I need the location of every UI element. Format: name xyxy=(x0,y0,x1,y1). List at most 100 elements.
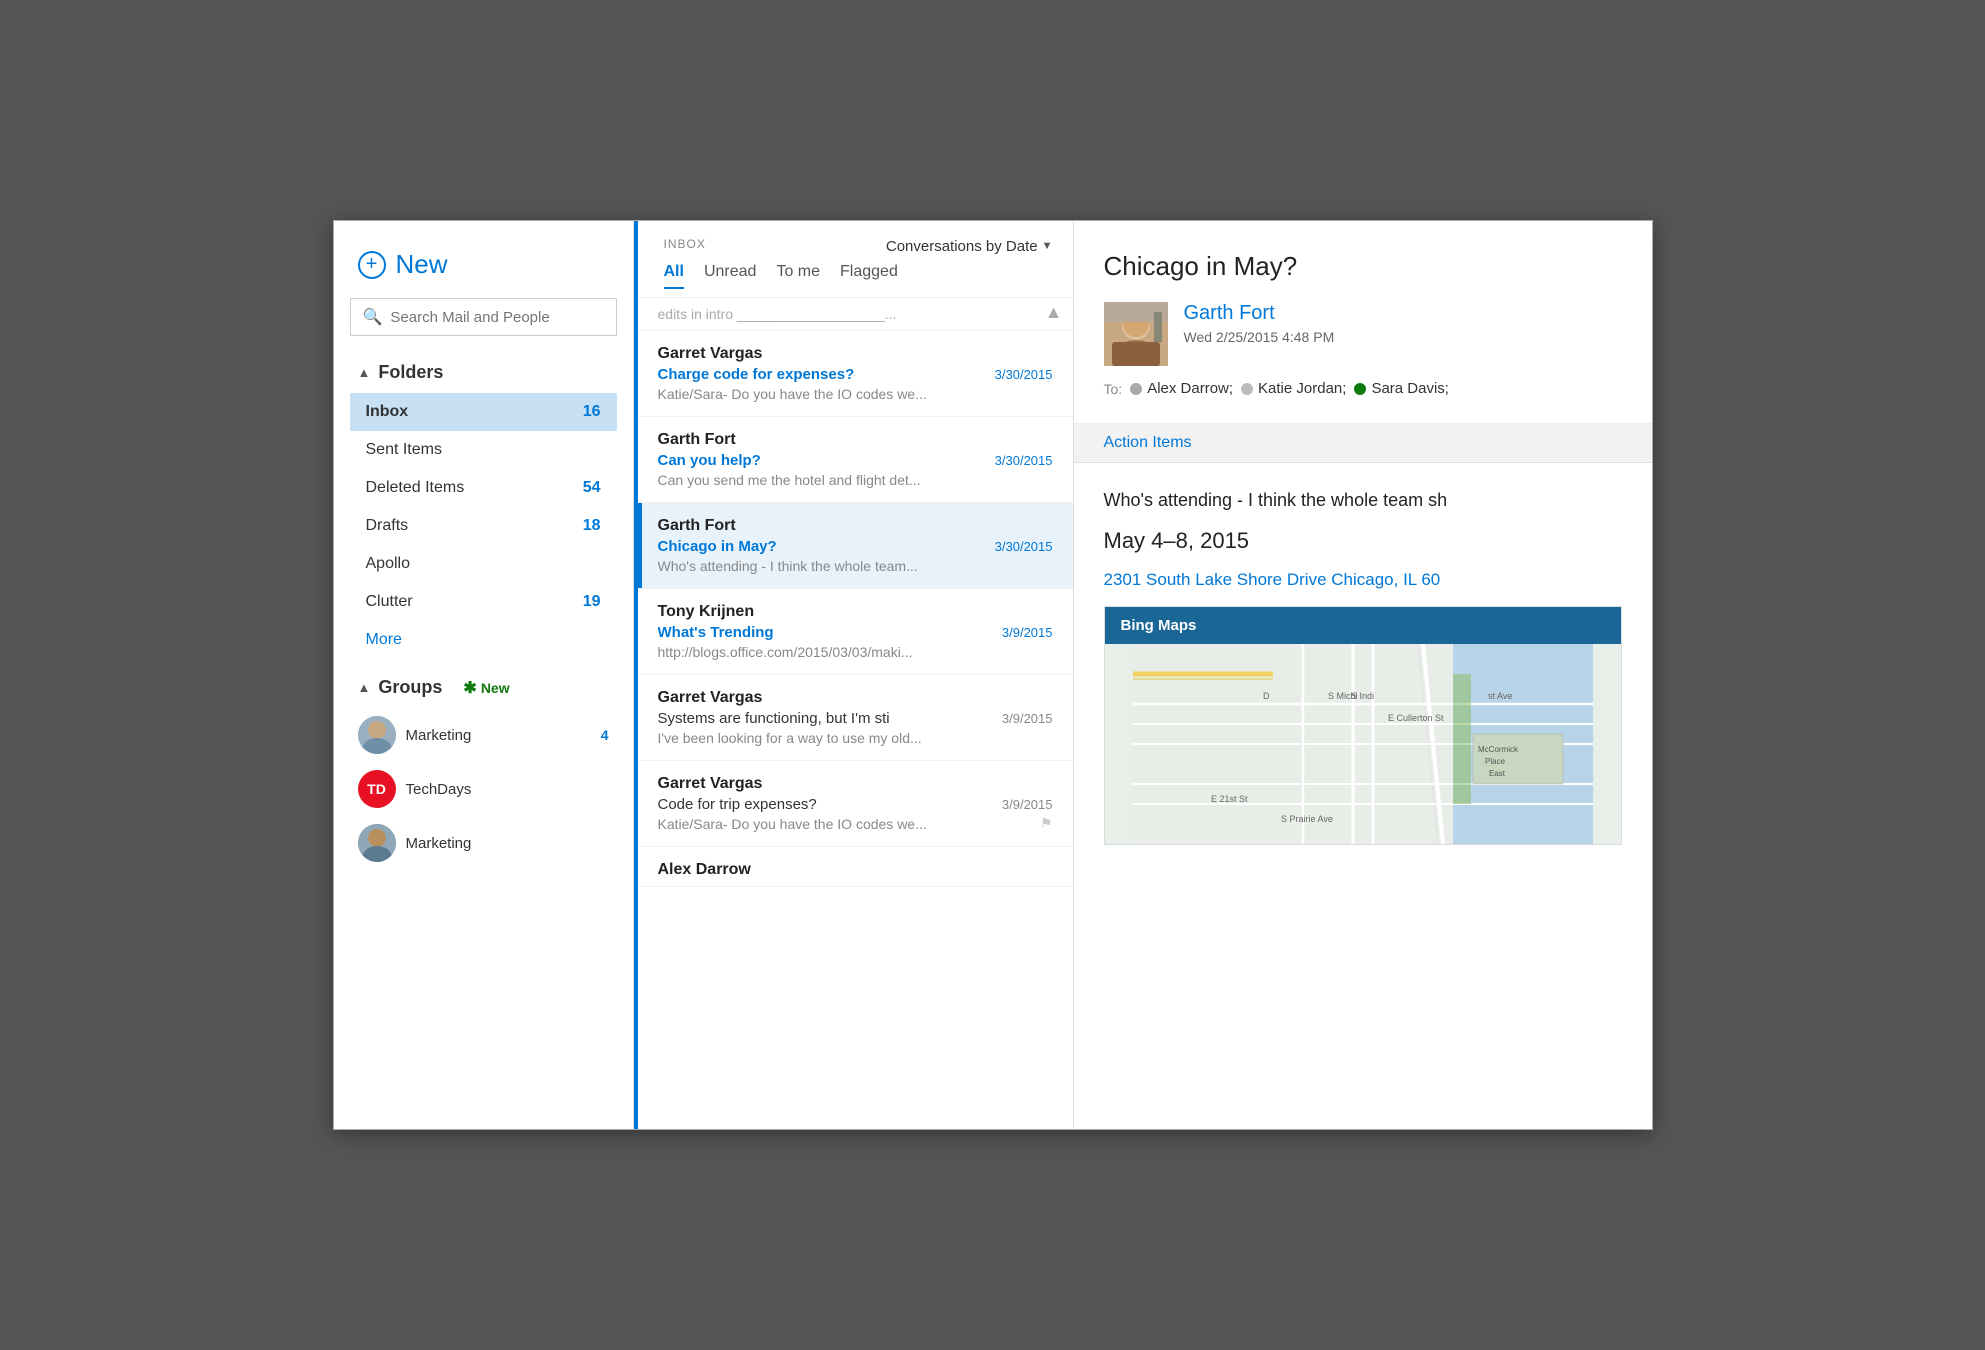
recipient-dot-alex xyxy=(1130,383,1142,395)
group-photo-1 xyxy=(358,716,396,754)
filter-all[interactable]: All xyxy=(664,263,684,289)
map-address-link[interactable]: 2301 South Lake Shore Drive Chicago, IL … xyxy=(1104,570,1622,590)
new-button[interactable]: + New xyxy=(334,221,633,298)
search-icon: 🔍 xyxy=(363,307,383,327)
folders-header[interactable]: ▲ Folders xyxy=(350,352,617,393)
mail-date-4: 3/9/2015 xyxy=(1002,625,1053,640)
recipients-row: To: Alex Darrow; Katie Jordan; Sara Davi… xyxy=(1104,380,1622,397)
action-items-btn[interactable]: Action Items xyxy=(1104,434,1192,451)
folder-deleted-name: Deleted Items xyxy=(366,479,583,497)
folder-clutter-name: Clutter xyxy=(366,593,583,611)
folder-deleted-count: 54 xyxy=(583,479,601,497)
mail-item-1[interactable]: Garret Vargas Charge code for expenses? … xyxy=(638,331,1073,417)
sender-datetime: Wed 2/25/2015 4:48 PM xyxy=(1184,329,1335,345)
svg-text:S Prairie Ave: S Prairie Ave xyxy=(1281,814,1333,824)
groups-header[interactable]: ▲ Groups ✱ New xyxy=(350,667,617,708)
sender-name[interactable]: Garth Fort xyxy=(1184,302,1335,325)
folder-sent-name: Sent Items xyxy=(366,441,601,459)
sender-avatar-img xyxy=(1104,302,1168,366)
group-avatar-marketing-2 xyxy=(358,824,396,862)
mail-item-5[interactable]: Garret Vargas Systems are functioning, b… xyxy=(638,675,1073,761)
mail-item-6[interactable]: Garret Vargas Code for trip expenses? 3/… xyxy=(638,761,1073,847)
recipient-sara-name: Sara Davis; xyxy=(1371,380,1449,397)
svg-text:McCormick: McCormick xyxy=(1478,745,1519,754)
group-marketing-2-info: Marketing xyxy=(406,835,609,852)
filter-flagged[interactable]: Flagged xyxy=(840,263,898,289)
action-items-bar: Action Items xyxy=(1074,424,1652,463)
sender-avatar xyxy=(1104,302,1168,366)
mail-date-2: 3/30/2015 xyxy=(995,453,1053,468)
folder-drafts[interactable]: Drafts 18 xyxy=(350,507,617,545)
sort-chevron-icon: ▼ xyxy=(1042,240,1053,252)
mail-date-6: 3/9/2015 xyxy=(1002,797,1053,812)
map-container: Bing Maps xyxy=(1104,606,1622,845)
group-marketing-2[interactable]: Marketing xyxy=(350,816,617,870)
sort-button[interactable]: Conversations by Date ▼ xyxy=(886,238,1053,255)
mail-subject-3: Chicago in May? xyxy=(658,538,987,555)
mail-subject-6: Code for trip expenses? xyxy=(658,796,994,813)
folder-deleted[interactable]: Deleted Items 54 xyxy=(350,469,617,507)
filter-to-me[interactable]: To me xyxy=(776,263,820,289)
search-bar[interactable]: 🔍 xyxy=(350,298,617,336)
mail-preview-4: http://blogs.office.com/2015/03/03/maki.… xyxy=(658,644,1053,660)
flag-icon: ⚑ xyxy=(1040,815,1053,832)
map-body[interactable]: S Michi S Indi st Ave D E Cullerton St E… xyxy=(1105,644,1621,844)
mail-subject-row-2: Can you help? 3/30/2015 xyxy=(658,452,1053,469)
group-avatar-techdays: TD xyxy=(358,770,396,808)
mail-sender-2: Garth Fort xyxy=(658,431,1053,449)
group-techdays[interactable]: TD TechDays xyxy=(350,762,617,816)
svg-text:Place: Place xyxy=(1485,757,1506,766)
mail-sender-1: Garret Vargas xyxy=(658,345,1053,363)
mail-sender-4: Tony Krijnen xyxy=(658,603,1053,621)
more-link[interactable]: More xyxy=(350,621,617,659)
recipient-alex-name: Alex Darrow; xyxy=(1147,380,1233,397)
recipient-sara: Sara Davis; xyxy=(1354,380,1449,397)
folder-inbox-count: 16 xyxy=(583,403,601,421)
filter-unread[interactable]: Unread xyxy=(704,263,756,289)
mail-item-3[interactable]: Garth Fort Chicago in May? 3/30/2015 Who… xyxy=(638,503,1073,589)
mail-sender-6: Garret Vargas xyxy=(658,775,1053,793)
recipient-katie-name: Katie Jordan; xyxy=(1258,380,1346,397)
folder-inbox[interactable]: Inbox 16 xyxy=(350,393,617,431)
group-avatar-marketing-1 xyxy=(358,716,396,754)
group-photo-2 xyxy=(358,824,396,862)
folders-chevron: ▲ xyxy=(358,365,371,380)
svg-text:D: D xyxy=(1263,691,1270,701)
svg-text:East: East xyxy=(1489,769,1506,778)
filter-tabs: All Unread To me Flagged xyxy=(664,263,898,289)
group-marketing-1-name: Marketing xyxy=(406,727,591,744)
email-subject: Chicago in May? xyxy=(1104,251,1622,282)
group-techdays-info: TechDays xyxy=(406,781,609,798)
folder-apollo[interactable]: Apollo xyxy=(350,545,617,583)
scroll-up-btn[interactable]: ▲ xyxy=(1045,302,1063,323)
group-marketing-1[interactable]: Marketing 4 xyxy=(350,708,617,762)
mail-sender-3: Garth Fort xyxy=(658,517,1053,535)
groups-new-badge: ✱ New xyxy=(463,678,509,698)
folder-drafts-name: Drafts xyxy=(366,517,583,535)
mail-item-2[interactable]: Garth Fort Can you help? 3/30/2015 Can y… xyxy=(638,417,1073,503)
svg-text:st Ave: st Ave xyxy=(1488,691,1512,701)
mail-preview-2: Can you send me the hotel and flight det… xyxy=(658,472,1053,488)
folder-clutter[interactable]: Clutter 19 xyxy=(350,583,617,621)
recipient-dot-sara xyxy=(1354,383,1366,395)
map-header: Bing Maps xyxy=(1105,607,1621,644)
mail-sender-7: Alex Darrow xyxy=(658,861,1053,879)
groups-chevron: ▲ xyxy=(358,680,371,695)
folders-section: ▲ Folders Inbox 16 Sent Items Deleted It… xyxy=(334,352,633,659)
mail-item-4[interactable]: Tony Krijnen What's Trending 3/9/2015 ht… xyxy=(638,589,1073,675)
mail-subject-4: What's Trending xyxy=(658,624,994,641)
mail-subject-2: Can you help? xyxy=(658,452,987,469)
groups-label: Groups xyxy=(378,677,442,698)
svg-text:E 21st St: E 21st St xyxy=(1211,794,1248,804)
folder-sent[interactable]: Sent Items xyxy=(350,431,617,469)
email-header: Chicago in May? xyxy=(1074,221,1652,424)
folder-clutter-count: 19 xyxy=(583,593,601,611)
mail-date-5: 3/9/2015 xyxy=(1002,711,1053,726)
svg-text:E Cullerton St: E Cullerton St xyxy=(1388,713,1444,723)
email-body: Who's attending - I think the whole team… xyxy=(1074,463,1652,1129)
groups-new-label: New xyxy=(481,680,510,696)
groups-section: ▲ Groups ✱ New Marketing xyxy=(334,667,633,870)
mail-item-7[interactable]: Alex Darrow xyxy=(638,847,1073,887)
search-input[interactable] xyxy=(390,309,603,326)
recipient-alex: Alex Darrow; xyxy=(1130,380,1233,397)
